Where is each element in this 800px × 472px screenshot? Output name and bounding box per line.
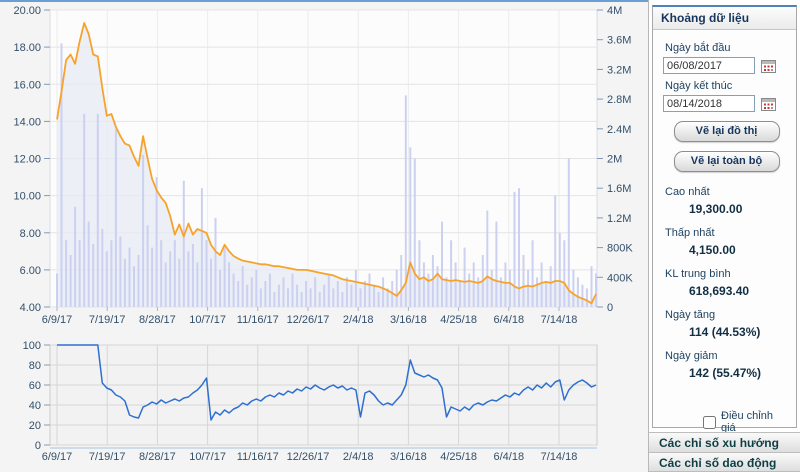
redraw-chart-button[interactable]: Vẽ lại đồ thị: [674, 121, 780, 142]
svg-text:7/14/18: 7/14/18: [541, 314, 578, 326]
svg-text:80: 80: [29, 360, 41, 372]
svg-text:3/16/18: 3/16/18: [390, 314, 427, 326]
adjust-price-label: Điều chỉnh giá: [721, 410, 790, 434]
highest-label: Cao nhất: [665, 186, 790, 198]
svg-text:2.8M: 2.8M: [607, 94, 631, 106]
svg-text:6.00: 6.00: [20, 265, 41, 277]
svg-text:6/9/17: 6/9/17: [42, 314, 73, 326]
svg-text:40: 40: [29, 400, 41, 412]
end-date-input[interactable]: [663, 95, 755, 112]
calendar-icon[interactable]: [761, 97, 776, 111]
calendar-icon[interactable]: [761, 59, 776, 73]
highest-value: 19,300.00: [689, 202, 790, 216]
svg-text:6/4/18: 6/4/18: [494, 451, 525, 463]
svg-text:8.00: 8.00: [20, 228, 41, 240]
svg-text:0: 0: [607, 302, 613, 314]
svg-text:7/19/17: 7/19/17: [89, 314, 126, 326]
svg-text:4.00: 4.00: [20, 302, 41, 314]
svg-text:4M: 4M: [607, 5, 622, 17]
svg-text:3/16/18: 3/16/18: [390, 451, 427, 463]
svg-text:2/4/18: 2/4/18: [343, 314, 374, 326]
svg-text:11/16/17: 11/16/17: [237, 314, 279, 326]
svg-text:11/16/17: 11/16/17: [237, 451, 279, 463]
svg-text:4/25/18: 4/25/18: [440, 451, 477, 463]
svg-text:12.00: 12.00: [13, 154, 41, 166]
start-date-label: Ngày bắt đầu: [665, 42, 790, 54]
svg-text:2.4M: 2.4M: [607, 124, 631, 136]
panel-title: Khoảng dữ liệu: [653, 7, 796, 30]
stock-chart-page: 20.00 18.00 16.00 14.00 12.00 10.00 8.00 6.00 4.…: [0, 0, 800, 472]
accordion-trend-indicators[interactable]: Các chỉ số xu hướng: [649, 432, 800, 452]
chart-area: 20.00 18.00 16.00 14.00 12.00 10.00 8.00 6.00 4.…: [0, 0, 648, 472]
down-days-label: Ngày giảm: [665, 350, 790, 362]
svg-text:8/28/17: 8/28/17: [139, 314, 176, 326]
svg-text:12/26/17: 12/26/17: [287, 314, 330, 326]
accordion-oscillator-indicators[interactable]: Các chỉ số dao động: [649, 452, 800, 472]
svg-text:1.2M: 1.2M: [607, 213, 631, 225]
svg-text:100: 100: [23, 340, 41, 352]
svg-text:4/25/18: 4/25/18: [440, 314, 477, 326]
svg-text:3.6M: 3.6M: [607, 35, 631, 47]
svg-text:7/19/17: 7/19/17: [89, 451, 126, 463]
svg-text:7/14/18: 7/14/18: [541, 451, 578, 463]
svg-text:0: 0: [35, 440, 41, 452]
lowest-label: Thấp nhất: [665, 227, 790, 239]
down-days-value: 142 (55.47%): [689, 366, 790, 380]
svg-text:18.00: 18.00: [13, 42, 41, 54]
start-date-input[interactable]: [663, 57, 755, 74]
svg-text:8/28/17: 8/28/17: [139, 451, 176, 463]
svg-text:16.00: 16.00: [13, 79, 41, 91]
svg-text:6/4/18: 6/4/18: [494, 314, 525, 326]
svg-text:20: 20: [29, 420, 41, 432]
svg-text:20.00: 20.00: [13, 5, 41, 17]
svg-text:10/7/17: 10/7/17: [189, 314, 226, 326]
svg-text:3.2M: 3.2M: [607, 64, 631, 76]
svg-text:12/26/17: 12/26/17: [287, 451, 330, 463]
price-volume-chart[interactable]: 20.00 18.00 16.00 14.00 12.00 10.00 8.00 6.00 4.…: [0, 2, 648, 332]
adjust-price-checkbox[interactable]: [703, 416, 716, 429]
svg-text:14.00: 14.00: [13, 116, 41, 128]
redraw-all-button[interactable]: Vẽ lại toàn bộ: [674, 151, 780, 172]
svg-text:60: 60: [29, 380, 41, 392]
end-date-label: Ngày kết thúc: [665, 80, 790, 92]
lowest-value: 4,150.00: [689, 243, 790, 257]
svg-text:6/9/17: 6/9/17: [42, 451, 73, 463]
svg-text:1.6M: 1.6M: [607, 183, 631, 195]
data-range-panel: Khoảng dữ liệu Ngày bắt đầu: [652, 5, 797, 428]
avg-volume-value: 618,693.40: [689, 284, 790, 298]
stats-block: Cao nhất 19,300.00 Thấp nhất 4,150.00 KL…: [663, 186, 790, 380]
avg-volume-label: KL trung bình: [665, 268, 790, 280]
svg-text:2M: 2M: [607, 154, 622, 166]
svg-text:10/7/17: 10/7/17: [189, 451, 226, 463]
svg-text:400K: 400K: [607, 272, 633, 284]
up-days-value: 114 (44.53%): [689, 325, 790, 339]
svg-text:2/4/18: 2/4/18: [343, 451, 374, 463]
svg-text:800K: 800K: [607, 243, 633, 255]
up-days-label: Ngày tăng: [665, 309, 790, 321]
svg-text:10.00: 10.00: [13, 191, 41, 203]
oscillator-chart[interactable]: 100 80 60 40 20 06/9/17 7/19/17 8/28/17 10/7/17 1…: [0, 332, 648, 472]
sidebar: Khoảng dữ liệu Ngày bắt đầu: [648, 0, 800, 472]
